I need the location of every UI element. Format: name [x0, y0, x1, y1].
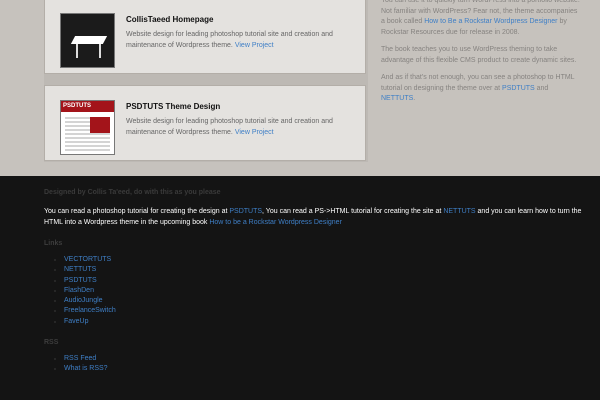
project-description: Website design for leading photoshop tut… [126, 116, 358, 138]
list-item: FreelanceSwitch [64, 306, 584, 316]
rockstar-book-link[interactable]: How to Be a Rockstar Wordpress Designer [424, 18, 557, 25]
thumbnail-image [90, 117, 110, 133]
list-item: PSDTUTS [64, 276, 584, 286]
list-item: What is RSS? [64, 364, 584, 374]
project-description-text: Website design for leading photoshop tut… [126, 31, 333, 49]
footer-link[interactable]: PSDTUTS [64, 277, 97, 284]
footer-link[interactable]: FlashDen [64, 287, 94, 294]
footer-text: , You can read a PS->HTML tutorial for c… [262, 208, 444, 215]
sidebar-paragraph: And as if that's not enough, you can see… [381, 73, 581, 105]
footer-intro: You can read a photoshop tutorial for cr… [44, 206, 584, 228]
rss-list: RSS Feed What is RSS? [44, 354, 584, 375]
links-list: VECTORTUTS NETTUTS PSDTUTS FlashDen Audi… [44, 255, 584, 327]
project-title: CollisTaeed Homepage [126, 15, 214, 24]
desk-shape [70, 36, 108, 44]
project-title: PSDTUTS Theme Design [126, 102, 221, 111]
rss-heading: RSS [44, 339, 59, 347]
project-card: PSDTUTS PSDTUTS Theme Design Website des… [44, 85, 366, 161]
footer-link[interactable]: VECTORTUTS [64, 256, 111, 263]
desk-leg [76, 44, 78, 58]
links-heading: Links [44, 240, 63, 247]
footer: Designed by Collis Ta'eed, do with this … [44, 187, 584, 375]
desk-leg [99, 44, 101, 58]
view-project-link[interactable]: View Project [235, 42, 274, 49]
footer-text: You can read a photoshop tutorial for cr… [44, 208, 230, 215]
psdtuts-thumbnail-header: PSDTUTS [61, 101, 114, 112]
list-item: RSS Feed [64, 354, 584, 364]
sidebar-paragraph: The book teaches you to use WordPress th… [381, 46, 577, 64]
project-card: CollisTaeed Homepage Website design for … [44, 0, 366, 74]
project-description-text: Website design for leading photoshop tut… [126, 118, 333, 136]
rockstar-book-link[interactable]: How to be a Rockstar Wordpress Designer [209, 219, 342, 226]
what-is-rss-link[interactable]: What is RSS? [64, 365, 108, 372]
psdtuts-link[interactable]: PSDTUTS [502, 85, 535, 92]
footer-link[interactable]: NETTUTS [64, 266, 96, 273]
desk-thumbnail[interactable] [60, 13, 115, 68]
nettuts-link[interactable]: NETTUTS [381, 95, 413, 102]
projects-column: CollisTaeed Homepage Website design for … [44, 0, 368, 162]
sidebar: You can use it to quickly turn WordPress… [381, 0, 581, 112]
sidebar-text: and [534, 84, 549, 92]
content-area: CollisTaeed Homepage Website design for … [0, 0, 600, 176]
sidebar-text: . [413, 95, 416, 102]
list-item: NETTUTS [64, 265, 584, 275]
psdtuts-thumbnail[interactable]: PSDTUTS [60, 100, 115, 155]
list-item: VECTORTUTS [64, 255, 584, 265]
footer-link[interactable]: FaveUp [64, 318, 89, 325]
view-project-link[interactable]: View Project [235, 129, 274, 136]
list-item: FaveUp [64, 317, 584, 327]
list-item: FlashDen [64, 286, 584, 296]
sidebar-paragraph: You can use it to quickly turn WordPress… [381, 0, 581, 38]
footer-link[interactable]: AudioJungle [64, 297, 103, 304]
list-item: AudioJungle [64, 296, 584, 306]
footer-link[interactable]: FreelanceSwitch [64, 307, 116, 314]
footer-credit: Designed by Collis Ta'eed, do with this … [44, 189, 221, 196]
project-description: Website design for leading photoshop tut… [126, 29, 358, 51]
psdtuts-link[interactable]: PSDTUTS [229, 208, 262, 215]
nettuts-link[interactable]: NETTUTS [443, 208, 475, 215]
rss-feed-link[interactable]: RSS Feed [64, 355, 96, 362]
